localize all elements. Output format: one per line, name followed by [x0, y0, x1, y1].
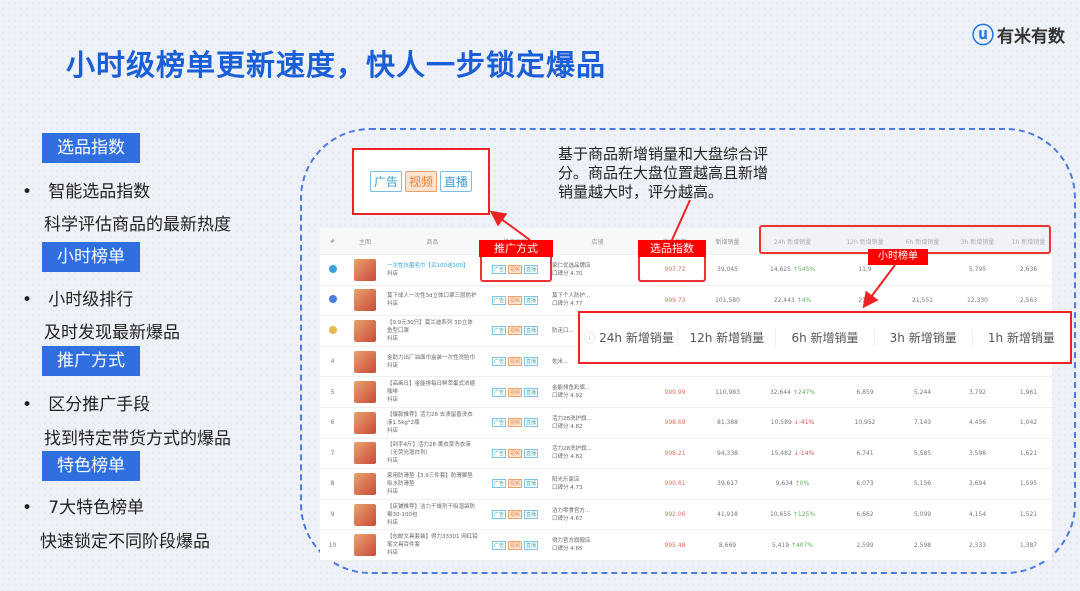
- arrow-promo: [493, 213, 530, 240]
- arrow-hourly: [865, 265, 895, 305]
- callout-arrows: [0, 0, 1080, 591]
- arrow-index: [672, 200, 690, 240]
